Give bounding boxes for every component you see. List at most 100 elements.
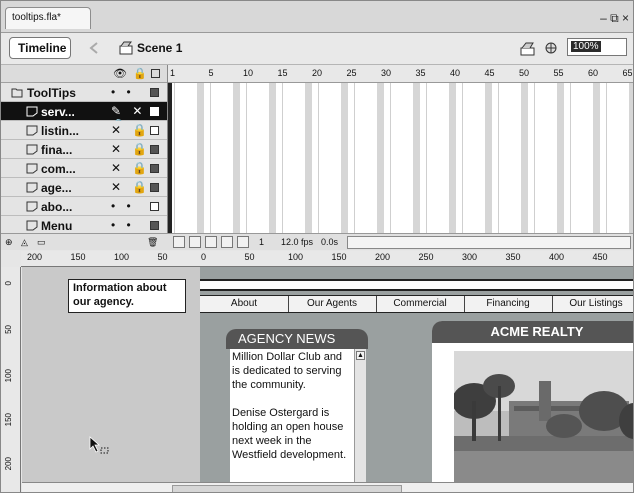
layer-row[interactable]: ToolTips • • bbox=[1, 83, 167, 102]
nav-item[interactable]: Our Listings bbox=[552, 298, 633, 312]
zoom-field[interactable]: 100% bbox=[567, 38, 627, 56]
outline-toggle[interactable] bbox=[150, 126, 159, 135]
layer-row[interactable]: age... ✕ 🔒 bbox=[1, 178, 167, 197]
frame-number: 60 bbox=[588, 68, 599, 78]
nav-item[interactable]: About bbox=[200, 298, 288, 312]
nav-item[interactable]: Our Agents bbox=[288, 298, 376, 312]
stage-horizontal-ruler: 200 150 100 50 0 50 100 150 200 250 300 350 400 450 bbox=[21, 251, 633, 267]
timeline-button[interactable]: Timeline bbox=[9, 37, 71, 59]
frame-number: 25 bbox=[346, 68, 357, 78]
layer-row[interactable]: fina... ✕ 🔒 bbox=[1, 140, 167, 159]
onion-skin-icon[interactable] bbox=[189, 236, 201, 248]
edit-scene-icon[interactable] bbox=[519, 40, 537, 56]
layer-name: abo... bbox=[41, 200, 73, 214]
arrow-cursor-icon bbox=[89, 436, 109, 454]
outline-toggle[interactable] bbox=[150, 88, 159, 97]
frame-ruler[interactable]: 1 5 10 15 20 25 30 35 40 45 50 55 60 65 bbox=[168, 65, 633, 83]
frames-area[interactable]: 1 5 10 15 20 25 30 35 40 45 50 55 60 65 bbox=[167, 65, 633, 233]
layer-row[interactable]: abo... • • bbox=[1, 197, 167, 216]
ruler-tick-label: 100 bbox=[114, 252, 130, 262]
outline-toggle[interactable] bbox=[150, 202, 159, 211]
frame-rate: 12.0 fps bbox=[281, 237, 314, 247]
frame-number: 45 bbox=[484, 68, 495, 78]
scroll-up-icon[interactable]: ▲ bbox=[356, 351, 365, 360]
ruler-tick-label: 200 bbox=[27, 252, 43, 262]
layer-icon bbox=[26, 182, 38, 193]
outline-icon[interactable] bbox=[151, 69, 160, 78]
news-body[interactable]: Million Dollar Club and is dedicated to … bbox=[230, 349, 354, 492]
back-arrow-icon[interactable] bbox=[87, 41, 101, 55]
eye-icon[interactable]: 👁 bbox=[113, 67, 127, 80]
zoom-value: 100% bbox=[571, 41, 601, 52]
timeline-horizontal-scrollbar[interactable] bbox=[347, 236, 631, 249]
info-tooltip-box[interactable]: Information about our agency. bbox=[68, 279, 186, 313]
ruler-tick-label: 200 bbox=[4, 457, 13, 471]
news-scrollbar[interactable]: ▲ bbox=[354, 349, 366, 492]
outline-toggle[interactable] bbox=[150, 107, 159, 116]
add-guide-icon[interactable]: ◬ bbox=[21, 237, 28, 248]
frame-number: 55 bbox=[553, 68, 564, 78]
layer-icon bbox=[26, 106, 38, 117]
scene-icon bbox=[119, 41, 133, 55]
layer-icon bbox=[26, 125, 38, 136]
frame-number: 5 bbox=[208, 68, 214, 78]
stage[interactable]: Information about our agency. About Our A… bbox=[22, 267, 633, 492]
layer-icon bbox=[26, 220, 38, 231]
add-layer-icon[interactable]: ⊕ bbox=[5, 237, 13, 248]
news-panel: AGENCY NEWS Million Dollar Club and is d… bbox=[226, 329, 368, 492]
stage-vertical-ruler: 0 50 100 150 200 bbox=[1, 267, 21, 492]
layer-name: fina... bbox=[41, 143, 73, 157]
outline-toggle[interactable] bbox=[150, 183, 159, 192]
flash-ide-window: tooltips.fla* – ⧉ × Timeline Scene 1 100… bbox=[0, 0, 634, 493]
scene-label[interactable]: Scene 1 bbox=[137, 41, 182, 55]
ruler-tick-label: 250 bbox=[418, 252, 434, 262]
delete-layer-icon[interactable]: 🗑 bbox=[147, 237, 158, 248]
layer-name: listin... bbox=[41, 124, 80, 138]
layer-list: ToolTips• •serv...✎ ✕ 🔒listin...✕ 🔒fina.… bbox=[1, 83, 167, 233]
edit-symbols-icon[interactable] bbox=[543, 40, 561, 56]
center-frame-icon[interactable] bbox=[173, 236, 185, 248]
layer-header: 👁 🔒 bbox=[1, 65, 167, 83]
layer-row[interactable]: serv...✎ ✕ 🔒 bbox=[1, 102, 167, 132]
current-frame: 1 bbox=[259, 237, 265, 247]
layer-name: age... bbox=[41, 181, 72, 195]
layer-row[interactable]: Menu • • bbox=[1, 216, 167, 233]
building-photo bbox=[454, 351, 633, 492]
frame-number: 40 bbox=[450, 68, 461, 78]
frame-number: 20 bbox=[312, 68, 323, 78]
playhead[interactable] bbox=[168, 83, 172, 233]
ruler-tick-label: 100 bbox=[4, 369, 13, 383]
outline-toggle[interactable] bbox=[150, 164, 159, 173]
document-tab-bar: tooltips.fla* – ⧉ × bbox=[1, 1, 633, 33]
ruler-tick-label: 300 bbox=[462, 252, 478, 262]
ruler-tick-label: 400 bbox=[549, 252, 565, 262]
frame-number: 65 bbox=[622, 68, 633, 78]
folder-icon bbox=[11, 88, 23, 98]
window-controls[interactable]: – ⧉ × bbox=[600, 11, 629, 26]
nav-item[interactable]: Commercial bbox=[376, 298, 464, 312]
ruler-tick-label: 50 bbox=[157, 252, 168, 262]
outline-toggle[interactable] bbox=[150, 221, 159, 230]
layer-name: serv... bbox=[41, 105, 75, 119]
lock-icon[interactable]: 🔒 bbox=[133, 67, 147, 80]
edit-multiple-icon[interactable] bbox=[221, 236, 233, 248]
header-lines bbox=[200, 279, 633, 291]
layer-row[interactable]: listin... ✕ 🔒 bbox=[1, 121, 167, 140]
ruler-tick-label: 0 bbox=[4, 281, 13, 286]
ruler-tick-label: 200 bbox=[375, 252, 391, 262]
realty-title: ACME REALTY bbox=[432, 321, 633, 343]
outline-toggle[interactable] bbox=[150, 145, 159, 154]
scrollbar-thumb[interactable] bbox=[172, 485, 402, 492]
ruler-tick-label: 350 bbox=[505, 252, 521, 262]
layer-icon bbox=[26, 201, 38, 212]
add-folder-icon[interactable]: ▭ bbox=[37, 237, 46, 248]
ruler-tick-label: 50 bbox=[4, 325, 13, 334]
frame-grid[interactable] bbox=[168, 83, 633, 233]
modify-markers-icon[interactable] bbox=[237, 236, 249, 248]
layer-row[interactable]: com... ✕ 🔒 bbox=[1, 159, 167, 178]
nav-item[interactable]: Financing bbox=[464, 298, 552, 312]
document-tab[interactable]: tooltips.fla* bbox=[5, 7, 91, 29]
onion-outline-icon[interactable] bbox=[205, 236, 217, 248]
ruler-tick-label: 100 bbox=[288, 252, 304, 262]
stage-horizontal-scrollbar[interactable] bbox=[22, 482, 633, 492]
